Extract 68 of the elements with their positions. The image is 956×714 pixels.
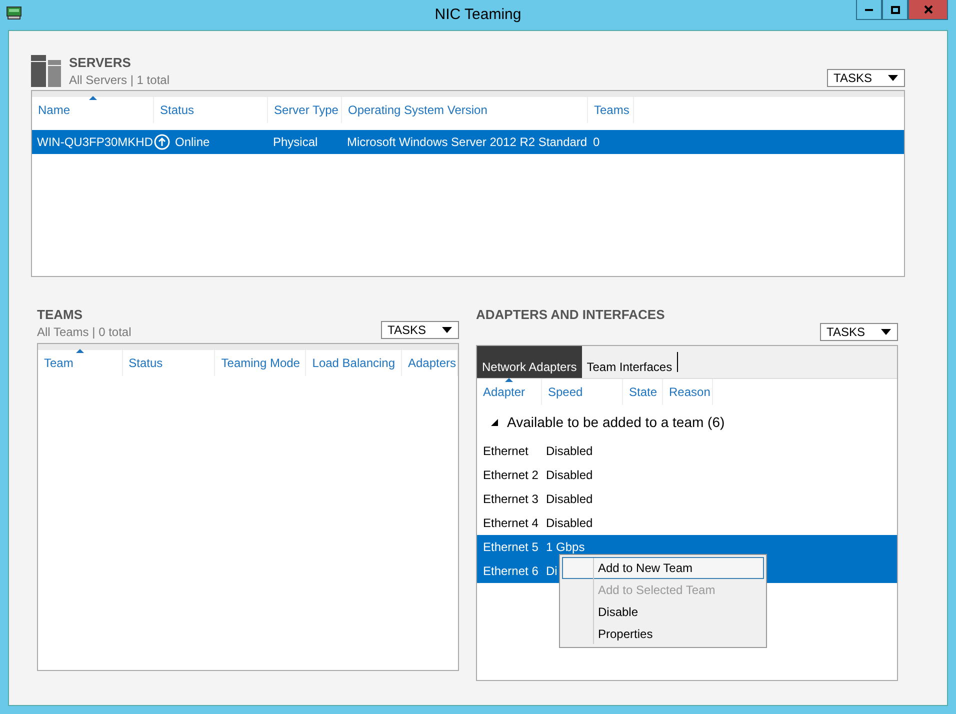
table-cell-text: Ethernet 3 (482, 492, 540, 506)
section-title: TEAMS (37, 307, 84, 322)
column-header[interactable]: Status (122, 350, 216, 376)
section-title: ADAPTERS AND INTERFACES (476, 307, 665, 322)
column-header[interactable]: Server Type (268, 97, 342, 123)
maximize-button[interactable] (882, 0, 908, 20)
server-row[interactable]: WIN-QU3FP30MKHD Online Physical Microsoft Windows Server 2012 R2 Standard 0 (32, 130, 904, 154)
table-cell-text: Disabled (545, 492, 594, 506)
column-header[interactable]: Adapter (477, 379, 542, 405)
sort-arrow-icon (76, 349, 84, 353)
window-title: NIC Teaming (434, 6, 522, 23)
table-cell-text: WIN-QU3FP30MKHD (36, 135, 154, 149)
column-header[interactable]: Teams (588, 97, 634, 123)
column-header[interactable]: Reason (663, 379, 713, 405)
table-cell-text: 1 Gbps (545, 540, 586, 554)
tasks-button[interactable]: TASKS (820, 323, 898, 341)
table-cell: Online (154, 134, 268, 150)
dropdown-arrow-icon (888, 75, 898, 81)
menu-item[interactable]: Disable (562, 601, 764, 623)
menu-item[interactable]: Add to New Team (562, 557, 764, 579)
section-subtitle: All Servers | 1 total (69, 73, 170, 87)
sort-arrow-icon (88, 96, 96, 100)
table-cell-text: Ethernet 6 (482, 564, 540, 578)
online-icon (154, 134, 170, 150)
section-subtitle: All Teams | 0 total (37, 325, 132, 339)
expanded-icon[interactable] (491, 418, 498, 426)
table-cell-text: Disabled (545, 516, 594, 530)
adapter-row[interactable]: Ethernet 2 Disabled (477, 463, 897, 487)
adapter-row[interactable]: Ethernet 3 Disabled (477, 487, 897, 511)
table-cell-text: 0 (592, 135, 601, 149)
minimize-button[interactable] (856, 0, 882, 20)
minimize-icon (865, 8, 873, 10)
column-header[interactable]: Operating System Version (342, 97, 588, 123)
tab[interactable]: Network Adapters (477, 346, 582, 378)
dropdown-arrow-icon (881, 329, 891, 335)
group-label: Available to be added to a team (6) (507, 414, 725, 430)
dropdown-arrow-icon (442, 327, 452, 333)
close-button[interactable] (908, 0, 948, 20)
app-icon (6, 6, 22, 20)
adapter-row[interactable]: Ethernet Disabled (477, 439, 897, 463)
section-title: SERVERS (69, 55, 132, 70)
table-cell-text: Di (545, 564, 558, 578)
column-header[interactable]: Load Balancing (306, 350, 402, 376)
close-icon (924, 5, 932, 14)
table-cell-text: Disabled (545, 444, 594, 458)
column-header[interactable]: State (623, 379, 663, 405)
column-header[interactable]: Speed (542, 379, 623, 405)
table-cell-text: Physical (272, 135, 319, 149)
column-header[interactable]: Status (154, 97, 268, 123)
adapter-row[interactable]: Ethernet 4 Disabled (477, 511, 897, 535)
tasks-button[interactable]: TASKS (826, 69, 905, 87)
table-cell-text: Ethernet (482, 444, 530, 458)
menu-item[interactable]: Properties (562, 623, 764, 645)
column-header[interactable]: Teaming Mode (215, 350, 306, 376)
sort-arrow-icon (505, 378, 513, 382)
column-header[interactable]: Team (38, 350, 123, 376)
table-cell-text: Ethernet 5 (482, 540, 540, 554)
adapter-row[interactable]: Ethernet 5 1 Gbps (477, 535, 897, 559)
column-header[interactable]: Name (32, 97, 154, 123)
table-cell-text: Disabled (545, 468, 594, 482)
column-header[interactable]: Adapters (402, 350, 458, 376)
tasks-button[interactable]: TASKS (380, 321, 459, 339)
table-cell-text: Ethernet 2 (482, 468, 540, 482)
tab[interactable]: Team Interfaces (582, 346, 678, 378)
table-cell-text: Microsoft Windows Server 2012 R2 Standard (346, 135, 588, 149)
table-cell-text: Ethernet 4 (482, 516, 540, 530)
maximize-icon (890, 6, 900, 14)
servers-icon (31, 55, 61, 87)
